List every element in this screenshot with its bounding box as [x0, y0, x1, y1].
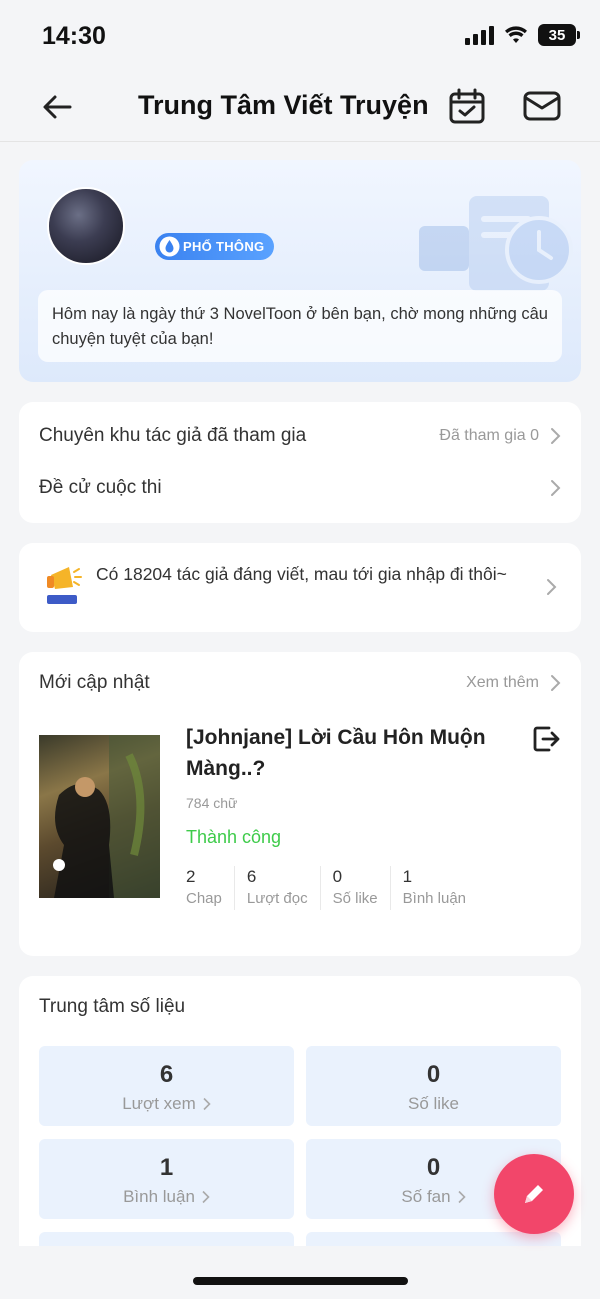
profile-card: PHỔ THÔNG Hôm nay là ngày thứ 3 NovelToo… [19, 160, 581, 382]
page-title: Trung Tâm Viết Truyện [138, 90, 429, 120]
pencil-icon [525, 1185, 543, 1203]
recent-updates-title: Mới cập nhật [39, 672, 150, 693]
metric-comments-tile[interactable]: 1 Bình luận [39, 1139, 294, 1219]
metric-views-tile[interactable]: 6 Lượt xem [39, 1046, 294, 1126]
stat-label: Chap [186, 890, 222, 907]
stat-label: Bình luận [402, 890, 467, 907]
chevron-right-icon [202, 1190, 210, 1204]
word-count: 784 chữ [186, 795, 238, 811]
joined-zones-value: Đã tham gia 0 [439, 427, 539, 444]
status-icons: 35 [465, 24, 580, 46]
greeting-text: Hôm nay là ngày thứ 3 NovelToon ở bên bạ… [38, 290, 562, 362]
rank-badge: PHỔ THÔNG [155, 233, 275, 260]
recent-updates-card: Mới cập nhật Xem thêm [Johnjane] Lời Cầu… [19, 652, 581, 956]
stat-value: 0 [332, 867, 343, 886]
see-more-link[interactable]: Xem thêm [466, 674, 561, 692]
contest-nomination-label: Đề cử cuộc thi [39, 477, 162, 498]
chevron-right-icon [547, 579, 557, 595]
contest-nomination-row[interactable]: Đề cử cuộc thi [39, 468, 561, 508]
book-cover-art [53, 735, 160, 898]
author-promo-card[interactable]: Có 18204 tác giả đáng viết, mau tới gia … [19, 543, 581, 632]
signal-icon [465, 25, 494, 45]
stat-label: Số like [332, 890, 378, 907]
chevron-right-icon [551, 480, 561, 496]
megaphone-icon [47, 567, 82, 604]
metric-tile-partial [306, 1232, 561, 1246]
stat-label: Lượt đọc [246, 890, 308, 907]
rank-badge-label: PHỔ THÔNG [183, 239, 265, 254]
status-time: 14:30 [42, 22, 106, 50]
metric-value: 1 [159, 1154, 174, 1181]
write-fab-button[interactable] [494, 1154, 574, 1234]
stat-chapters: 2 Chap [186, 866, 234, 910]
metric-value: 6 [159, 1061, 174, 1088]
avatar[interactable] [47, 187, 125, 265]
stat-value: 6 [246, 867, 257, 886]
back-arrow-icon[interactable] [40, 90, 74, 124]
links-card: Chuyên khu tác giả đã tham gia Đã tham g… [19, 402, 581, 523]
wifi-icon [505, 26, 527, 43]
metric-tile-partial [39, 1232, 294, 1246]
stat-comments: 1 Bình luận [389, 866, 478, 910]
chevron-right-icon [551, 428, 561, 444]
home-indicator[interactable] [193, 1277, 408, 1285]
metric-label: Bình luận [123, 1187, 195, 1206]
stat-value: 2 [186, 867, 196, 886]
book-title[interactable]: [Johnjane] Lời Cầu Hôn Muộn Màng..? [186, 722, 516, 784]
data-center-title: Trung tâm số liệu [39, 996, 186, 1017]
book-stats: 2 Chap 6 Lượt đọc 0 Số like 1 Bình luận [186, 866, 478, 910]
metric-label-row: Bình luận [39, 1187, 294, 1207]
battery-icon: 35 [538, 24, 580, 46]
nav-bar: Trung Tâm Viết Truyện [0, 70, 600, 142]
metric-label: Số like [407, 1094, 460, 1113]
see-more-label: Xem thêm [466, 674, 539, 691]
book-cover[interactable] [39, 735, 160, 898]
metric-label-row: Số like [306, 1094, 561, 1114]
exit-icon[interactable] [531, 724, 561, 754]
chevron-right-icon [551, 675, 561, 691]
promo-text: Có 18204 tác giả đáng viết, mau tới gia … [96, 564, 507, 584]
metric-label: Số fan [401, 1187, 451, 1206]
mail-icon[interactable] [522, 88, 562, 124]
chevron-right-icon [458, 1190, 466, 1204]
chevron-right-icon [203, 1097, 211, 1111]
metric-label-row: Lượt xem [39, 1094, 294, 1114]
metric-likes-tile: 0 Số like [306, 1046, 561, 1126]
stat-reads: 6 Lượt đọc [233, 866, 320, 910]
publish-status: Thành công [186, 827, 282, 847]
status-bar: 14:30 35 [0, 0, 600, 70]
joined-zones-label: Chuyên khu tác giả đã tham gia [39, 425, 307, 446]
calendar-check-icon[interactable] [448, 87, 486, 125]
stat-likes: 0 Số like [319, 866, 390, 910]
stat-value: 1 [402, 867, 413, 886]
droplet-badge-icon [159, 236, 180, 257]
metric-value: 0 [426, 1061, 441, 1088]
metric-label: Lượt xem [122, 1094, 196, 1113]
document-clock-illustration [419, 196, 573, 291]
joined-zones-row[interactable]: Chuyên khu tác giả đã tham gia Đã tham g… [39, 416, 561, 456]
